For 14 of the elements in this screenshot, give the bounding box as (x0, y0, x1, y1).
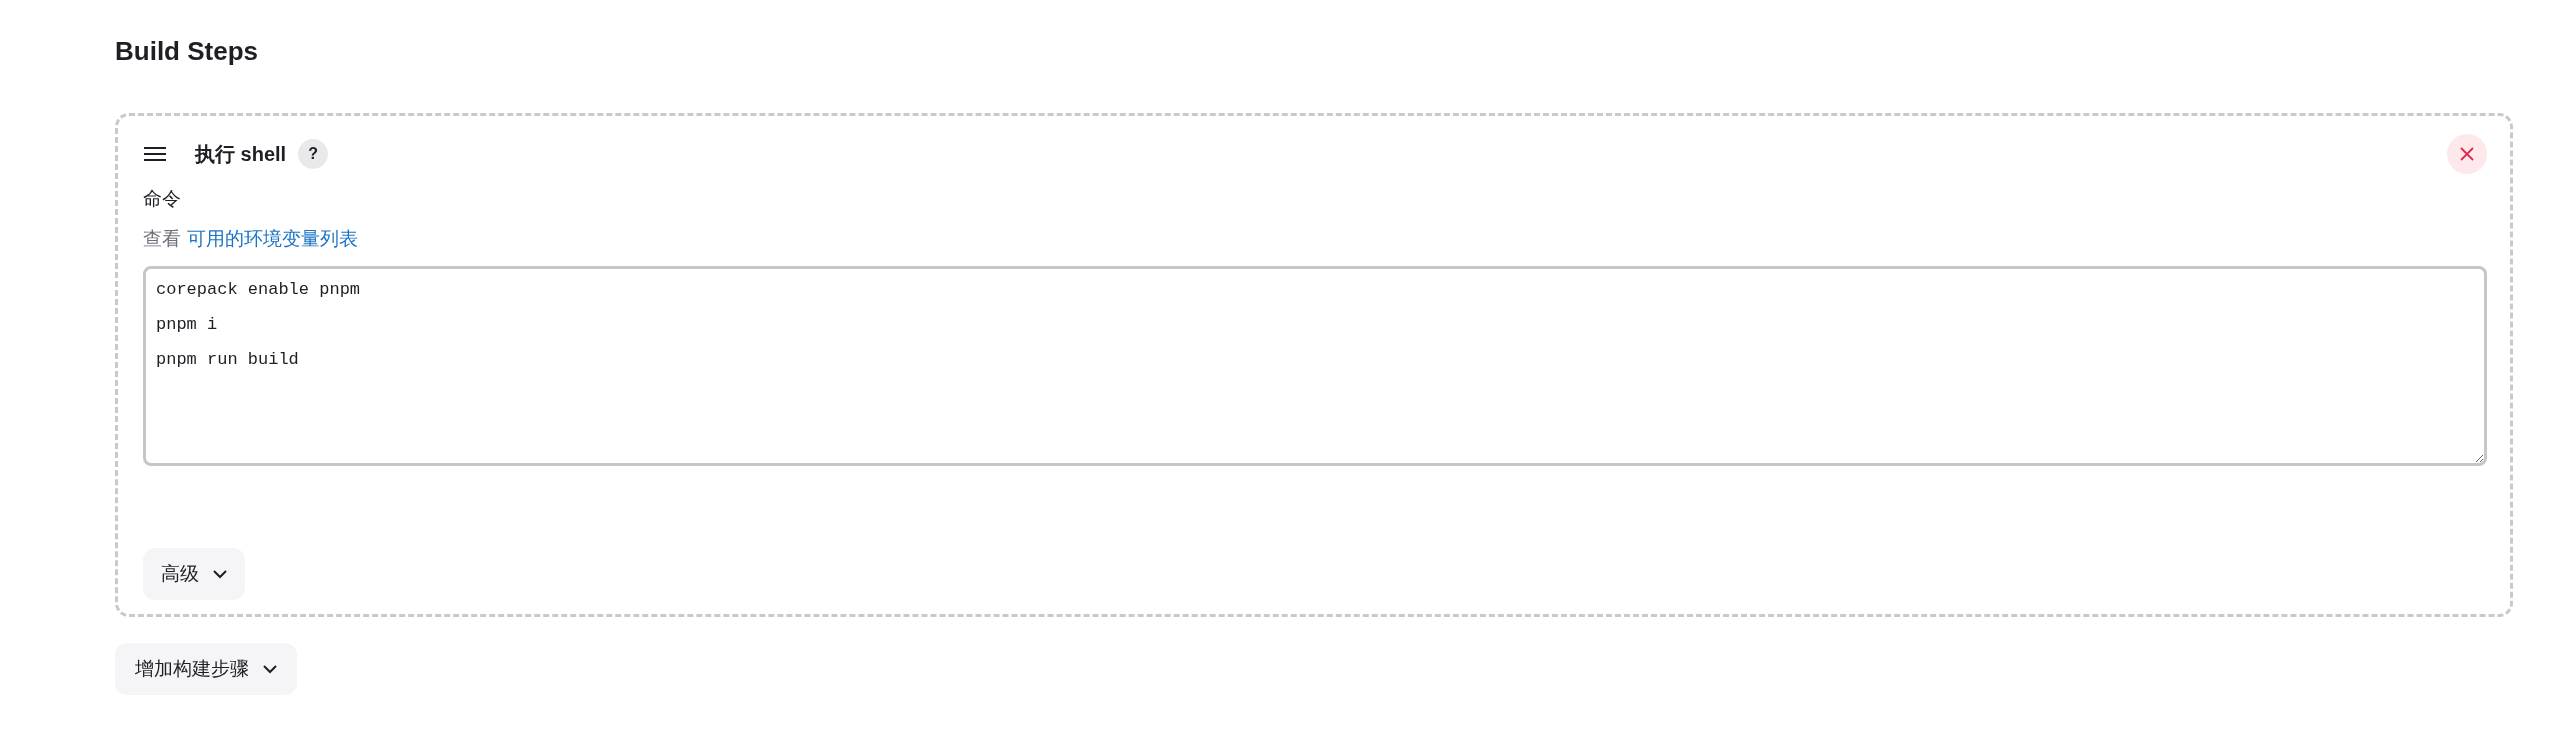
hint-text: 查看 (143, 228, 181, 249)
chevron-down-icon (263, 664, 277, 674)
chevron-down-icon (213, 569, 227, 579)
drag-handle-icon[interactable] (143, 146, 167, 162)
section-title: Build Steps (115, 35, 259, 68)
advanced-button[interactable]: 高级 (143, 548, 245, 600)
step-title: 执行 shell (195, 141, 287, 167)
command-field[interactable]: corepack enable pnpm pnpm i pnpm run build (143, 266, 2487, 466)
close-icon (2460, 147, 2474, 161)
env-vars-link[interactable]: 可用的环境变量列表 (187, 228, 358, 249)
add-build-step-button[interactable]: 增加构建步骤 (115, 643, 297, 695)
help-button[interactable]: ? (298, 139, 329, 169)
close-button[interactable] (2447, 134, 2487, 174)
field-label: 命令 (143, 187, 182, 211)
